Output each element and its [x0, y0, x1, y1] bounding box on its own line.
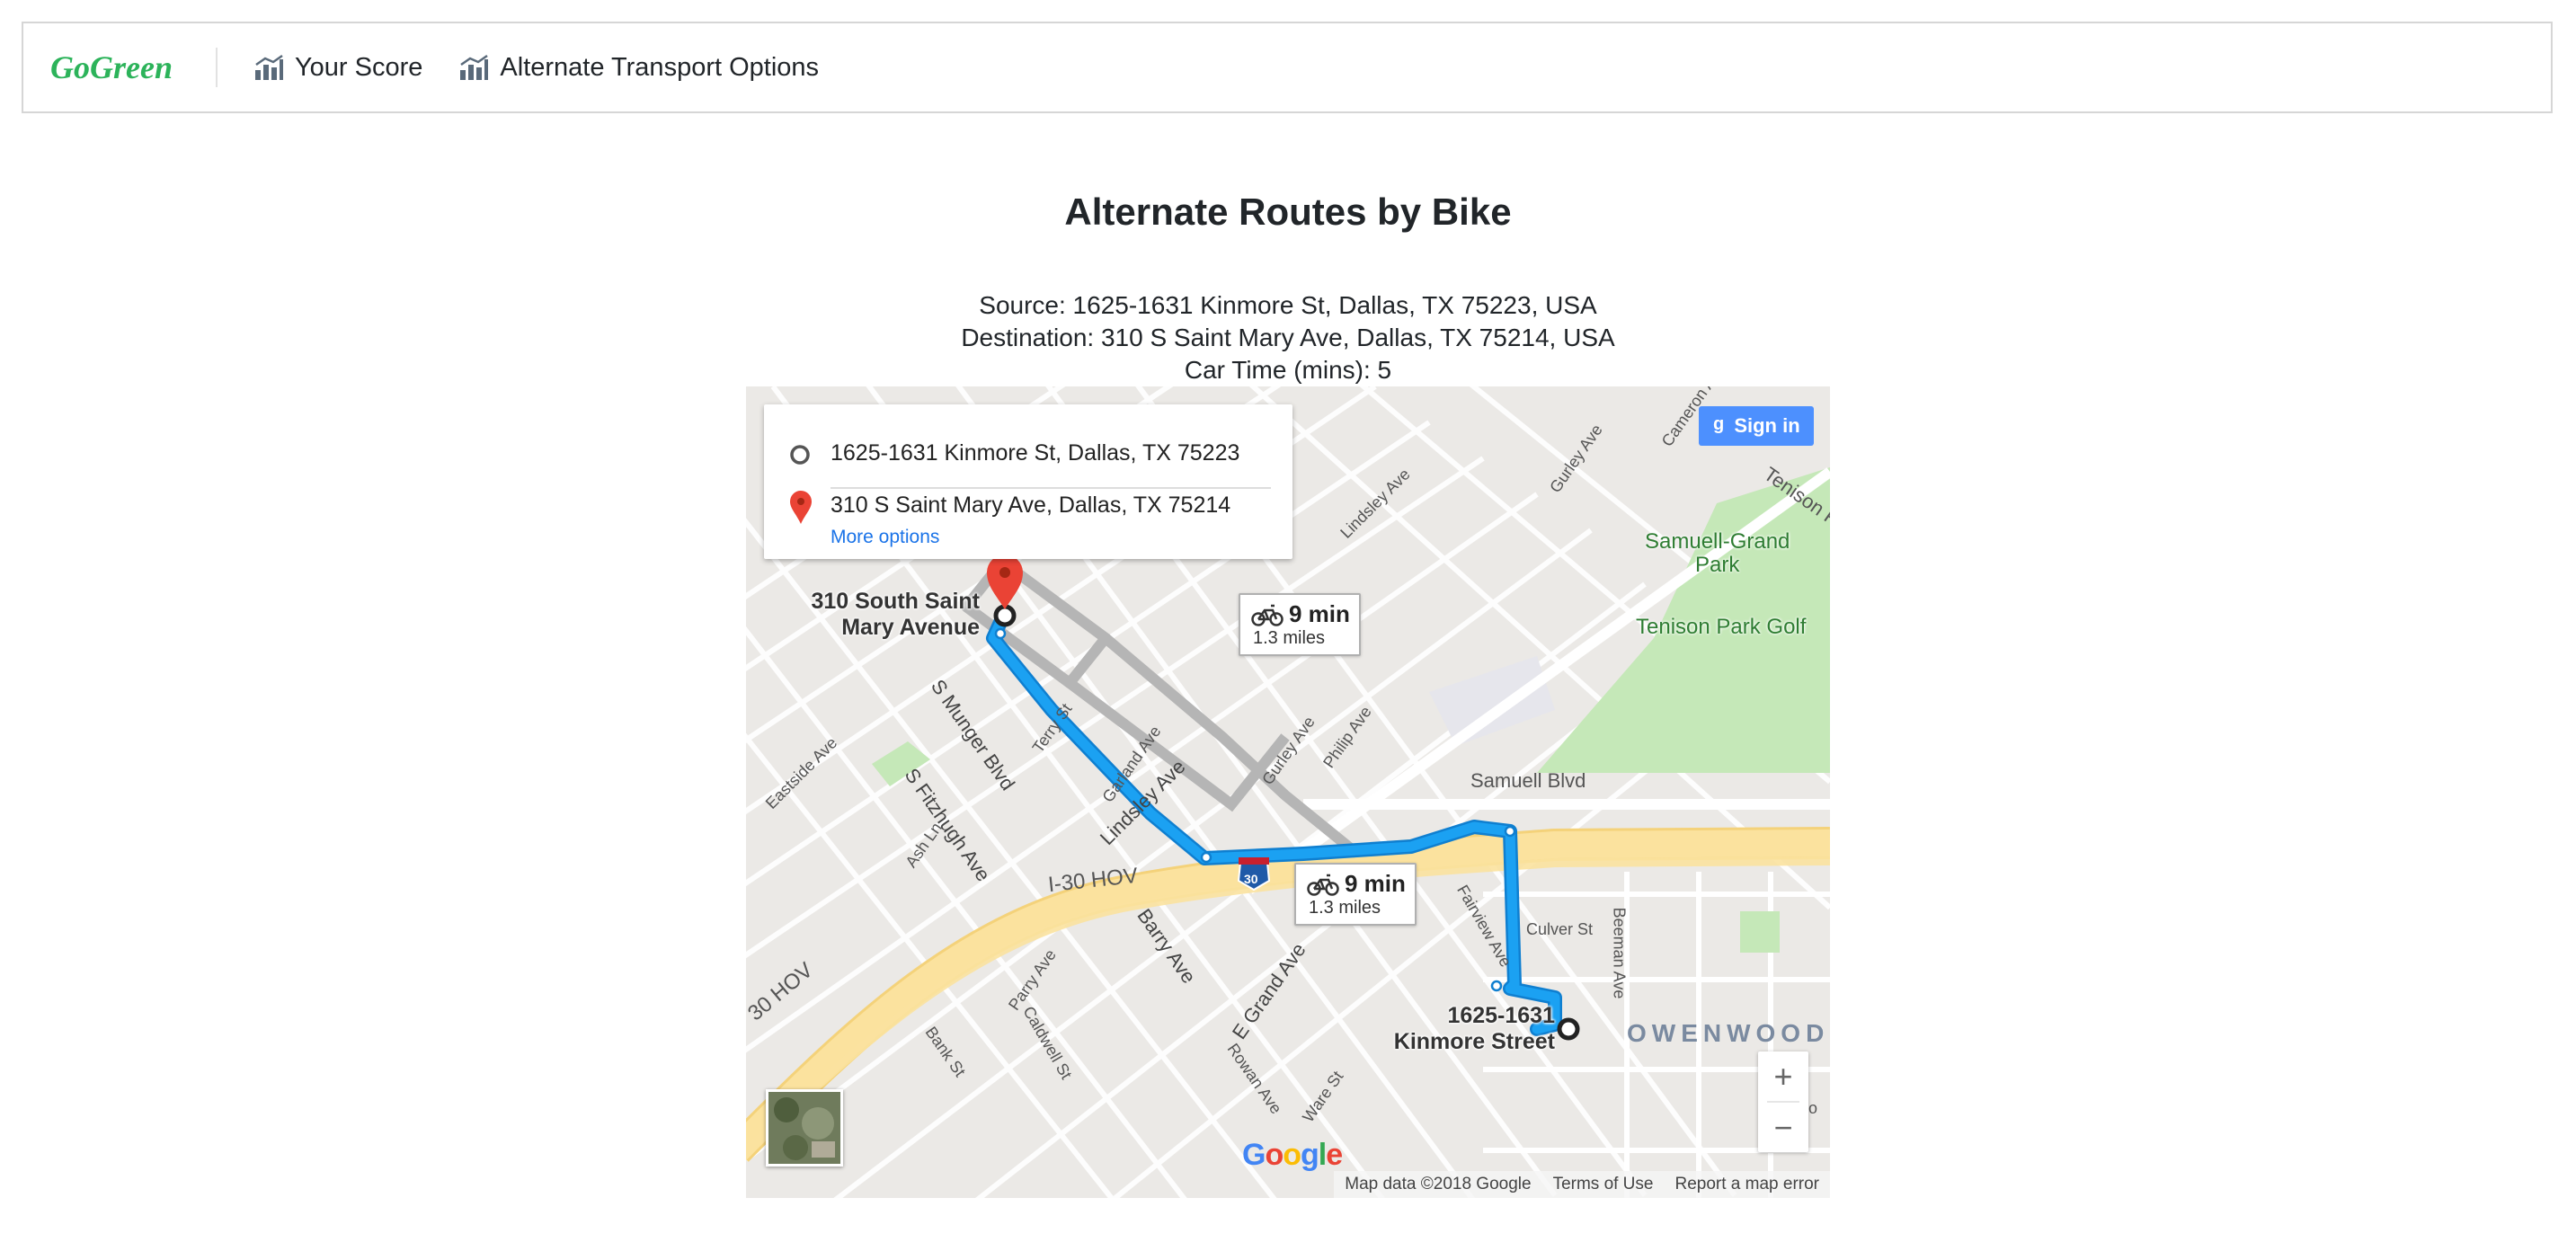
google-logo-letter: o: [1283, 1138, 1301, 1172]
highway-shield-label: 30: [1244, 872, 1258, 886]
google-logo-letter: l: [1318, 1138, 1328, 1172]
zoom-out-button[interactable]: −: [1758, 1103, 1808, 1152]
route-time: 9 min: [1345, 870, 1406, 897]
directions-card[interactable]: 1625-1631 Kinmore St, Dallas, TX 75223 3…: [764, 404, 1292, 559]
park-label-tenison: Tenison Park Golf: [1636, 615, 1807, 639]
google-logo-letter: G: [1242, 1138, 1266, 1172]
page-title: Alternate Routes by Bike: [1064, 191, 1512, 233]
place-label-line: 310 South Saint: [811, 589, 980, 614]
bicycle-icon: [1251, 604, 1284, 626]
destination-place-label: 310 South Saint Mary Avenue: [800, 589, 980, 641]
route-info-bubble[interactable]: 9 min 1.3 miles: [1294, 863, 1417, 926]
directions-origin[interactable]: 1625-1631 Kinmore St, Dallas, TX 75223: [831, 440, 1239, 466]
bicycle-icon: [1307, 874, 1339, 896]
park-label-line: Park: [1695, 553, 1740, 577]
route-map[interactable]: Lindsley Ave Lindsley Ave Samuell Blvd I…: [746, 386, 1830, 1198]
zoom-in-button[interactable]: +: [1758, 1051, 1808, 1101]
sign-in-button[interactable]: g Sign in: [1699, 406, 1814, 446]
route-info-bubble[interactable]: 9 min 1.3 miles: [1239, 593, 1361, 656]
navbar: GoGreen Your Score Alternate Transport O…: [22, 22, 2553, 113]
terms-of-use-link[interactable]: Terms of Use: [1542, 1175, 1665, 1194]
route-time: 9 min: [1289, 600, 1350, 627]
park-label-samuell-grand: Samuell-Grand Park: [1645, 530, 1790, 577]
nav-item-your-score[interactable]: Your Score: [253, 53, 422, 83]
google-logo-letter: g: [1301, 1138, 1319, 1172]
origin-circle-icon: [790, 445, 810, 465]
google-g-icon: g: [1712, 413, 1727, 439]
origin-place-label: 1625-1631 Kinmore Street: [1375, 1003, 1555, 1055]
destination-text: Destination: 310 S Saint Mary Ave, Dalla…: [961, 324, 1615, 351]
route-distance: 1.3 miles: [1309, 898, 1381, 918]
nav-item-label: Alternate Transport Options: [500, 52, 820, 82]
street-label: Samuell Blvd: [1470, 769, 1586, 792]
route-distance: 1.3 miles: [1253, 628, 1326, 648]
destination-pin-icon: [790, 491, 812, 524]
more-options-link[interactable]: More options: [831, 527, 939, 548]
neighborhood-label: OWENWOOD: [1627, 1019, 1830, 1047]
place-label-line: Kinmore Street: [1393, 1029, 1555, 1054]
street-label: Beeman Ave: [1610, 907, 1629, 999]
street-label: Culver St: [1526, 920, 1594, 938]
svg-text:g: g: [1713, 414, 1724, 433]
source-text: Source: 1625-1631 Kinmore St, Dallas, TX…: [979, 291, 1597, 319]
origin-marker: [1557, 1017, 1580, 1041]
google-logo: Google: [1242, 1138, 1343, 1173]
place-label-line: Mary Avenue: [841, 615, 980, 640]
sign-in-label: Sign in: [1734, 414, 1800, 437]
park-label-line: Samuell-Grand: [1645, 529, 1790, 554]
directions-destination[interactable]: 310 S Saint Mary Ave, Dallas, TX 75214: [831, 492, 1230, 519]
nav-item-label: Your Score: [294, 52, 423, 82]
nav-item-alternate-transport[interactable]: Alternate Transport Options: [458, 53, 819, 83]
chart-icon: [460, 54, 489, 80]
chart-icon: [254, 54, 283, 80]
place-label-line: 1625-1631: [1447, 1003, 1555, 1028]
nav-divider: [215, 48, 218, 87]
directions-divider: [831, 487, 1271, 489]
brand-logo[interactable]: GoGreen: [50, 49, 173, 86]
map-footer: Map data ©2018 Google Terms of Use Repor…: [1334, 1171, 1830, 1198]
google-logo-letter: e: [1326, 1138, 1343, 1172]
satellite-view-toggle[interactable]: [766, 1089, 843, 1167]
google-logo-letter: o: [1265, 1138, 1284, 1172]
car-time-text: Car Time (mins): 5: [1184, 356, 1392, 384]
report-map-error-link[interactable]: Report a map error: [1664, 1175, 1830, 1194]
zoom-controls: + −: [1758, 1051, 1808, 1152]
map-data-attribution: Map data ©2018 Google: [1345, 1175, 1532, 1193]
satellite-thumbnail-icon: [768, 1092, 840, 1164]
